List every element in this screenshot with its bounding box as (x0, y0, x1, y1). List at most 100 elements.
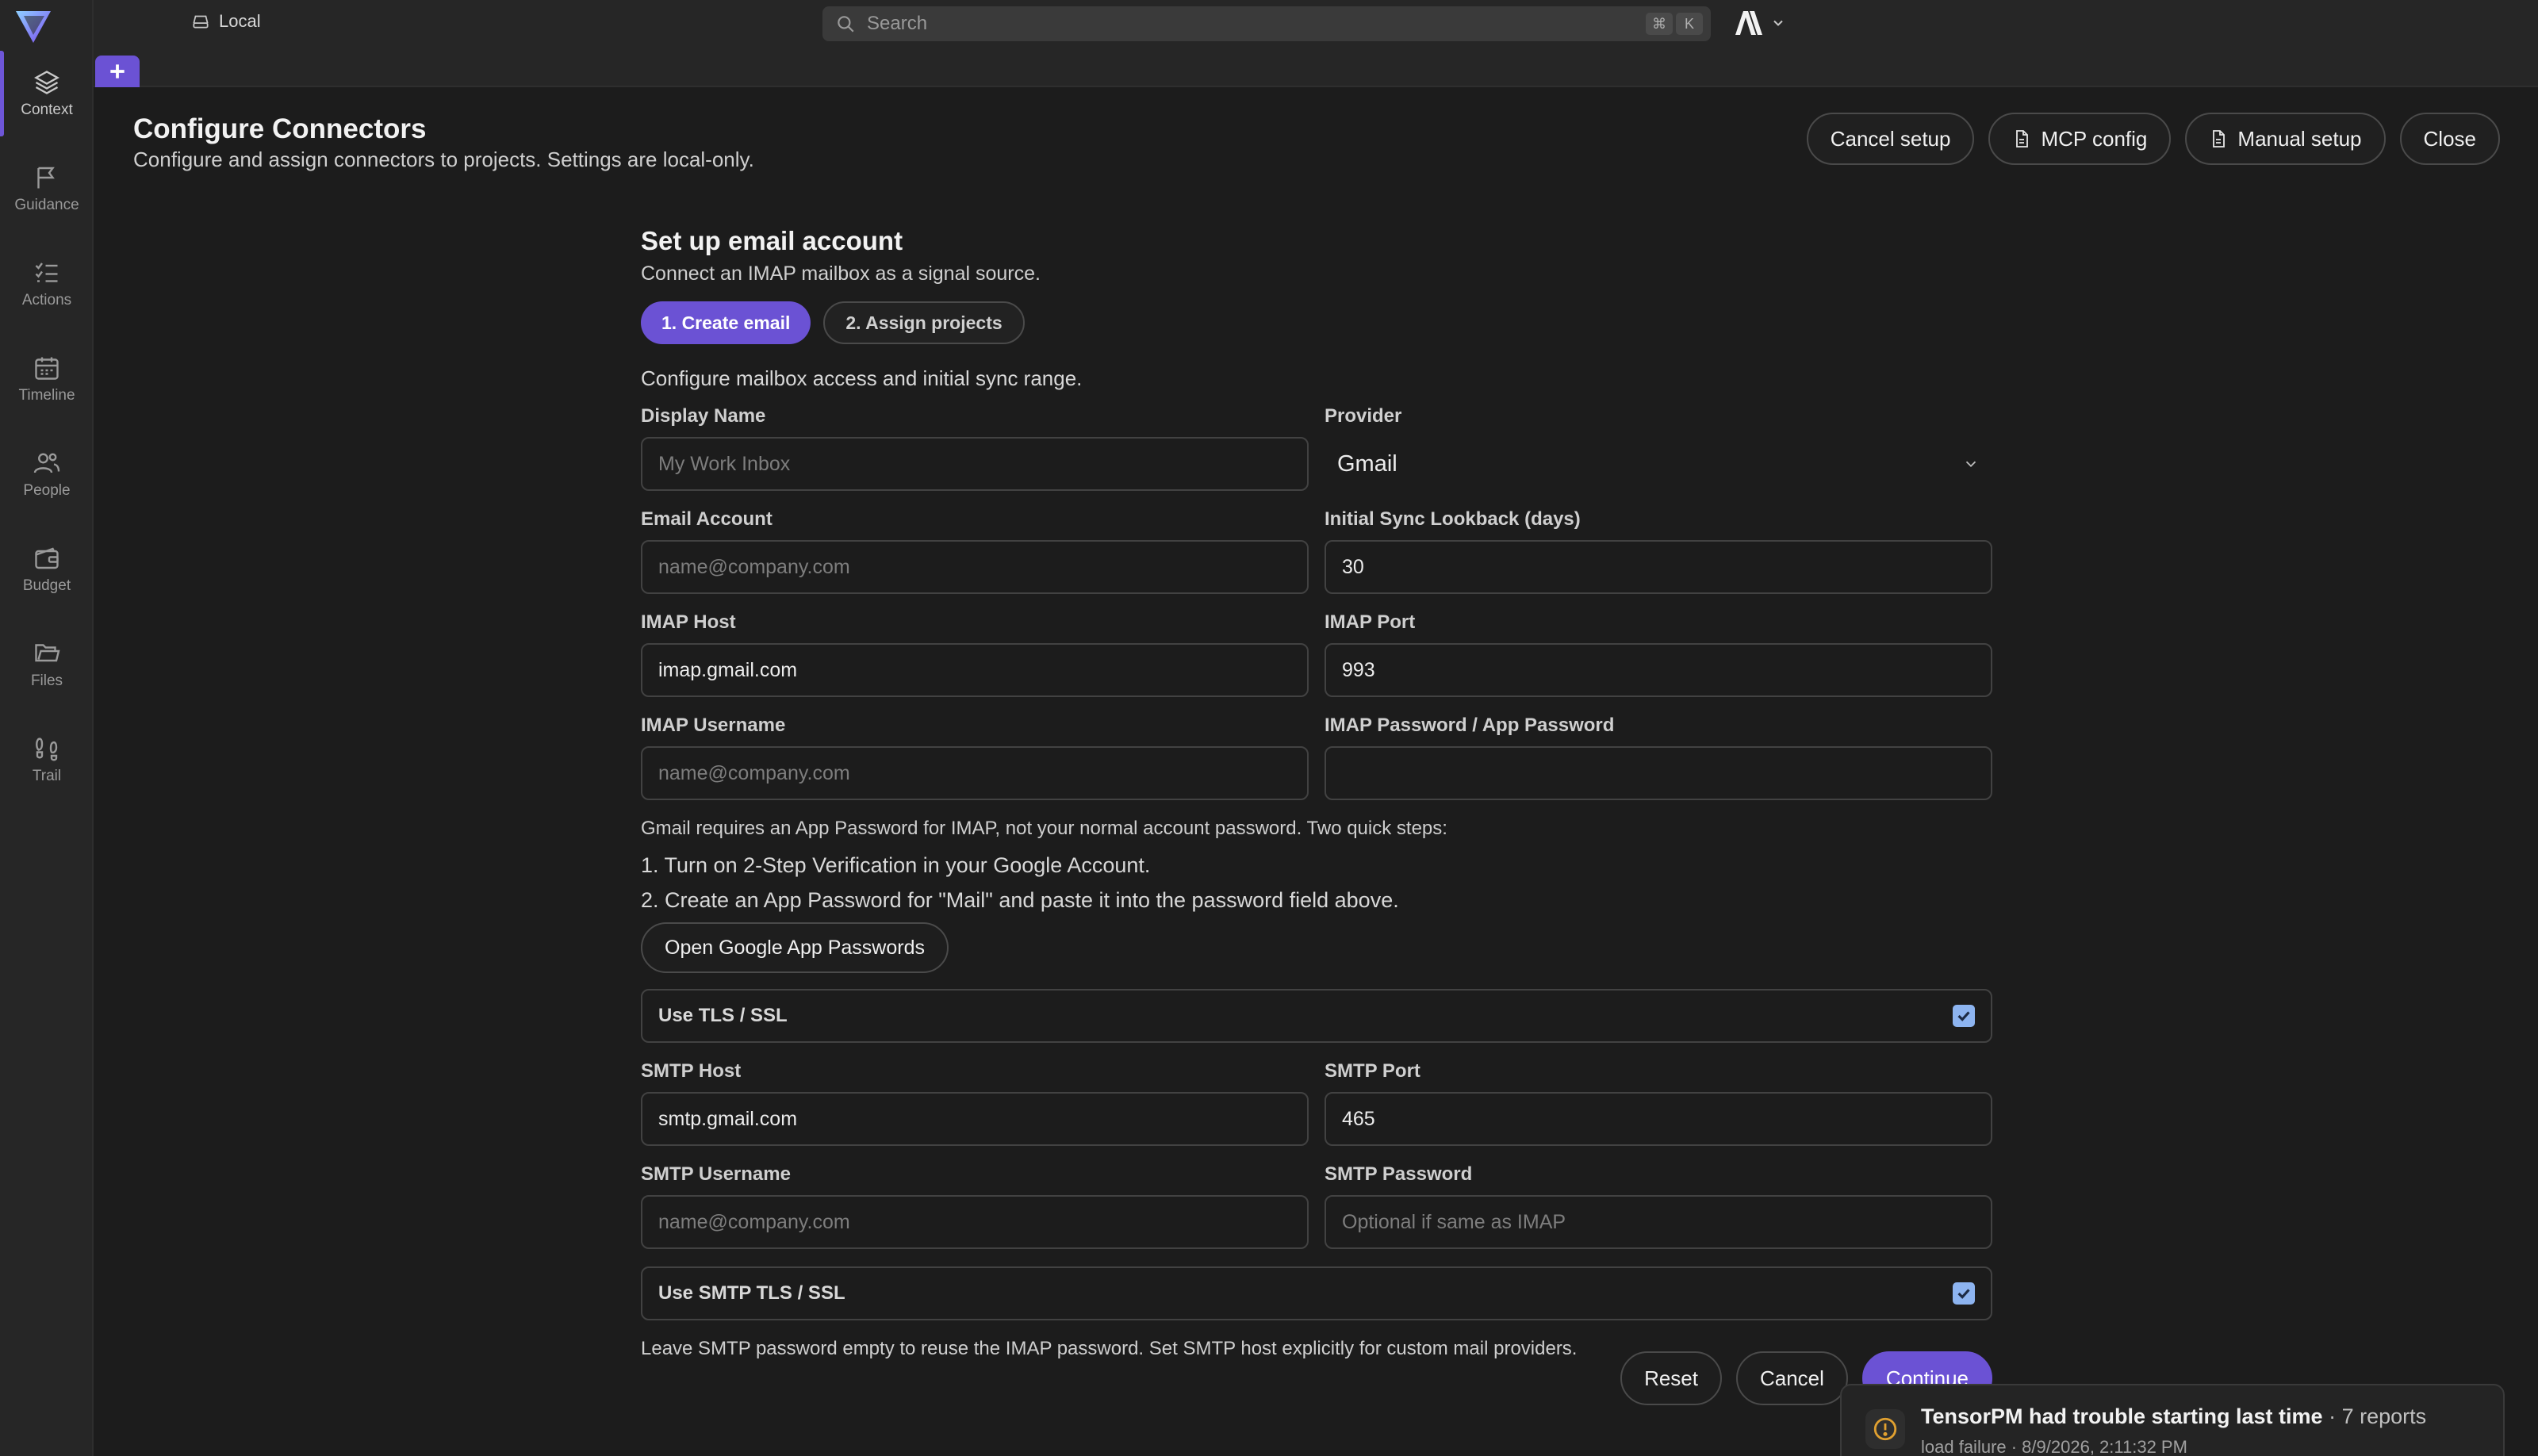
toast-body: TensorPM had trouble starting last time … (1921, 1404, 2426, 1456)
file-icon (2016, 130, 2029, 148)
display-name-group: Display Name My Work Inbox (641, 405, 1309, 491)
smtp-username-label: SMTP Username (641, 1163, 791, 1185)
manual-setup-label: Manual setup (2237, 126, 2362, 151)
tab-create-email[interactable]: 1. Create email (641, 301, 811, 344)
email-account-input[interactable]: name@company.com (641, 540, 1309, 594)
smtp-host-label: SMTP Host (641, 1060, 742, 1082)
smtp-port-group: SMTP Port 465 (1325, 1060, 1992, 1146)
sidebar-item-actions[interactable]: Actions (0, 238, 94, 330)
imap-password-label: IMAP Password / App Password (1325, 715, 1615, 736)
imap-host-input[interactable]: imap.gmail.com (641, 643, 1309, 697)
sidebar-item-label: Context (21, 102, 73, 118)
chevron-down-icon (1965, 461, 1976, 468)
checklist-icon (35, 262, 58, 282)
smtp-host-input[interactable]: smtp.gmail.com (641, 1092, 1309, 1146)
sidebar-item-trail[interactable]: Trail (0, 714, 94, 806)
check-icon (1957, 1011, 1970, 1021)
drive-icon (193, 15, 209, 29)
imap-username-input[interactable]: name@company.com (641, 746, 1309, 800)
flag-icon (37, 167, 55, 189)
provider-select[interactable]: Gmail (1325, 437, 1992, 491)
imap-port-input[interactable]: 993 (1325, 643, 1992, 697)
reset-button[interactable]: Reset (1620, 1351, 1722, 1405)
use-smtp-tls-row[interactable]: Use SMTP TLS / SSL (641, 1266, 1992, 1320)
toast-icon-box (1865, 1409, 1905, 1449)
form-subtitle: Connect an IMAP mailbox as a signal sour… (641, 262, 1041, 285)
sidebar-item-context[interactable]: Context (0, 48, 94, 140)
cancel-setup-button[interactable]: Cancel setup (1806, 113, 1975, 165)
gmail-help-step-1: 1. Turn on 2-Step Verification in your G… (641, 853, 1151, 877)
toast-report-count: · 7 reports (2329, 1404, 2427, 1428)
mcp-config-button[interactable]: MCP config (1988, 113, 2172, 165)
use-tls-row[interactable]: Use TLS / SSL (641, 989, 1992, 1043)
crash-report-toast[interactable]: TensorPM had trouble starting last time … (1840, 1384, 2505, 1456)
footprints-icon (36, 738, 58, 761)
sidebar-item-files[interactable]: Files (0, 619, 94, 711)
check-icon (1957, 1289, 1970, 1299)
sidebar-item-budget[interactable]: Budget (0, 523, 94, 615)
anthropic-logo-icon (1735, 11, 1762, 35)
cancel-button[interactable]: Cancel (1735, 1351, 1848, 1405)
wallet-icon (35, 547, 59, 569)
calendar-icon (35, 357, 59, 380)
search-input[interactable]: Search ⌘ K (822, 6, 1711, 41)
workspace-label: Local (219, 11, 261, 31)
tab-strip (94, 48, 2538, 87)
imap-password-input[interactable] (1325, 746, 1992, 800)
imap-username-label: IMAP Username (641, 715, 786, 736)
step-tabs: 1. Create email 2. Assign projects (641, 301, 1992, 344)
form-title: Set up email account (641, 226, 903, 255)
sidebar-item-label: Budget (22, 577, 71, 594)
email-setup-form: Set up email account Connect an IMAP mai… (641, 226, 1992, 1360)
gmail-help-intro: Gmail requires an App Password for IMAP,… (641, 818, 1447, 839)
app-logo[interactable] (13, 6, 54, 46)
imap-username-group: IMAP Username name@company.com (641, 715, 1309, 800)
email-account-group: Email Account name@company.com (641, 508, 1309, 594)
sync-lookback-group: Initial Sync Lookback (days) 30 (1325, 508, 1992, 594)
account-menu[interactable] (1732, 10, 1786, 36)
page-title: Configure Connectors (133, 113, 427, 144)
smtp-username-input[interactable]: name@company.com (641, 1195, 1309, 1249)
manual-setup-button[interactable]: Manual setup (2185, 113, 2386, 165)
shortcut-hint: ⌘ K (1646, 13, 1703, 35)
tab-assign-projects[interactable]: 2. Assign projects (823, 301, 1025, 344)
toast-detail: load failure · 8/9/2026, 2:11:32 PM (1921, 1437, 2187, 1456)
use-smtp-tls-checkbox[interactable] (1953, 1282, 1975, 1305)
smtp-host-group: SMTP Host smtp.gmail.com (641, 1060, 1309, 1146)
sidebar: Context Guidance Actions Timeline People… (0, 0, 94, 1456)
smtp-password-input[interactable]: Optional if same as IMAP (1325, 1195, 1992, 1249)
sidebar-item-timeline[interactable]: Timeline (0, 333, 94, 425)
display-name-label: Display Name (641, 405, 766, 427)
workspace-selector[interactable]: Local (190, 11, 261, 32)
close-label: Close (2423, 126, 2476, 151)
gmail-help-steps: 1. Turn on 2-Step Verification in your G… (641, 848, 1992, 918)
new-tab-button[interactable] (95, 56, 140, 87)
close-button[interactable]: Close (2399, 113, 2500, 165)
file-icon (2213, 130, 2226, 148)
sidebar-item-guidance[interactable]: Guidance (0, 143, 94, 235)
search-placeholder: Search (867, 13, 928, 34)
smtp-password-group: SMTP Password Optional if same as IMAP (1325, 1163, 1992, 1249)
sidebar-item-label: Timeline (18, 387, 75, 404)
mcp-config-label: MCP config (2041, 126, 2148, 151)
imap-port-label: IMAP Port (1325, 611, 1416, 633)
smtp-port-input[interactable]: 465 (1325, 1092, 1992, 1146)
sidebar-item-label: Files (30, 672, 63, 689)
sync-lookback-input[interactable]: 30 (1325, 540, 1992, 594)
email-account-label: Email Account (641, 508, 773, 530)
use-tls-label: Use TLS / SSL (658, 1005, 788, 1026)
display-name-input[interactable]: My Work Inbox (641, 437, 1309, 491)
sidebar-item-label: Trail (32, 768, 62, 784)
gmail-help-step-2: 2. Create an App Password for "Mail" and… (641, 888, 1399, 912)
smtp-password-label: SMTP Password (1325, 1163, 1473, 1185)
search-icon (838, 16, 854, 33)
imap-host-group: IMAP Host imap.gmail.com (641, 611, 1309, 697)
sidebar-item-label: Actions (21, 292, 72, 308)
sidebar-item-people[interactable]: People (0, 428, 94, 520)
imap-host-label: IMAP Host (641, 611, 736, 633)
provider-value: Gmail (1337, 450, 1397, 477)
open-app-passwords-button[interactable]: Open Google App Passwords (641, 922, 949, 973)
use-tls-checkbox[interactable] (1953, 1005, 1975, 1027)
cmd-key: ⌘ (1646, 13, 1673, 35)
sidebar-item-label: Guidance (14, 197, 79, 213)
